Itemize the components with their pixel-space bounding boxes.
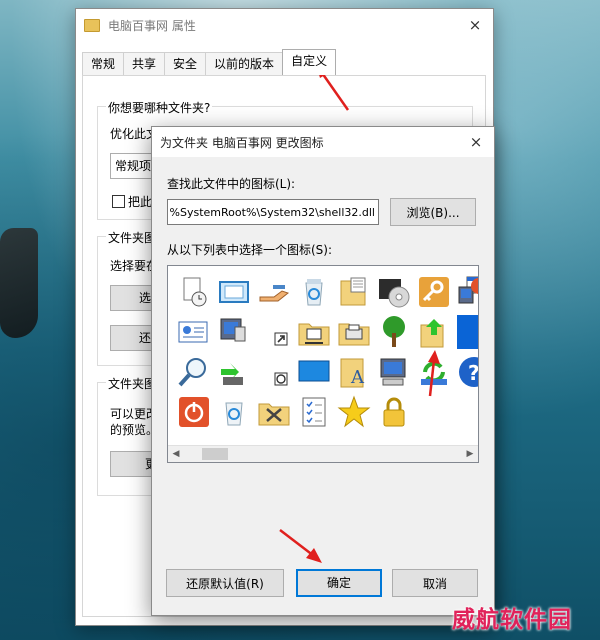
power-icon <box>179 397 209 427</box>
help-icon: ? <box>459 357 479 387</box>
icon-cell[interactable] <box>214 272 254 312</box>
tab-customize[interactable]: 自定义 <box>282 49 337 75</box>
icon-file-path-value: %SystemRoot%\System32\shell32.dll <box>169 206 375 219</box>
timer-shortcut-icon <box>274 372 288 386</box>
icon-cell[interactable] <box>374 392 414 432</box>
icon-list-horizontal-scrollbar[interactable]: ◀ ▶ <box>168 445 478 462</box>
icon-cell[interactable] <box>414 272 454 312</box>
icon-cell[interactable] <box>374 312 414 352</box>
recycle-bin-full-icon <box>305 279 323 306</box>
icon-cell[interactable] <box>334 392 374 432</box>
subfolder-checkbox-label: 把此 <box>128 195 153 209</box>
tab-sharing[interactable]: 共享 <box>123 52 166 75</box>
folder-icon <box>84 18 100 32</box>
id-card-icon <box>178 321 208 343</box>
checklist-icon <box>302 397 326 427</box>
find-icon-label: 查找此文件中的图标(L): <box>167 177 296 191</box>
icon-cell[interactable] <box>214 312 254 352</box>
folder-up-arrow-icon <box>420 319 444 348</box>
monitor-remote-icon <box>220 318 246 342</box>
icon-cell[interactable] <box>174 352 214 392</box>
blue-screen-icon <box>298 360 330 382</box>
properties-title: 电脑百事网 属性 <box>108 18 196 33</box>
tree-icon <box>383 316 405 347</box>
icon-cell[interactable] <box>254 352 294 392</box>
icon-file-path-input[interactable]: %SystemRoot%\System32\shell32.dll <box>167 199 379 225</box>
icon-cell[interactable] <box>374 352 414 392</box>
hand-share-icon <box>259 285 290 302</box>
svg-text:?: ? <box>468 361 479 385</box>
icon-cell[interactable] <box>174 312 214 352</box>
ok-button[interactable]: 确定 <box>296 569 382 597</box>
svg-text:A: A <box>350 367 365 388</box>
tab-general[interactable]: 常规 <box>82 52 125 75</box>
close-icon[interactable]: × <box>466 132 486 152</box>
icon-cell[interactable] <box>294 272 334 312</box>
icon-list-label: 从以下列表中选择一个图标(S): <box>167 243 333 257</box>
watermark-text: 威航软件园 <box>452 606 572 633</box>
icon-cell[interactable] <box>174 392 214 432</box>
background-diver <box>0 228 38 338</box>
icon-cell[interactable] <box>254 392 294 432</box>
padlock-icon <box>383 397 405 427</box>
change-icon-titlebar: 为文件夹 电脑百事网 更改图标 × <box>152 127 494 157</box>
icon-cell[interactable] <box>294 312 334 352</box>
tab-previous-versions[interactable]: 以前的版本 <box>205 52 284 75</box>
cancel-button[interactable]: 取消 <box>392 569 478 597</box>
icon-cell[interactable] <box>254 272 294 312</box>
network-folder-icon <box>298 323 330 346</box>
annotation-arrow-icon <box>428 350 440 397</box>
restore-defaults-button[interactable]: 还原默认值(R) <box>166 569 284 597</box>
browse-button[interactable]: 浏览(B)... <box>390 198 476 226</box>
icon-cell[interactable] <box>454 312 478 352</box>
folder-type-group-label: 你想要哪种文件夹? <box>106 99 213 116</box>
magnifier-icon <box>178 358 206 387</box>
scroll-right-icon[interactable]: ▶ <box>462 446 478 462</box>
icon-cell[interactable] <box>414 312 454 352</box>
recycle-bin-empty-icon <box>225 402 243 426</box>
properties-titlebar: 电脑百事网 属性 × <box>76 9 493 41</box>
icon-cell[interactable] <box>466 266 478 306</box>
subfolder-checkbox[interactable] <box>112 195 125 208</box>
change-icon-title: 为文件夹 电脑百事网 更改图标 <box>160 135 324 150</box>
icon-cell[interactable] <box>214 352 254 392</box>
icon-cell[interactable] <box>174 272 214 312</box>
icon-cell[interactable]: A <box>334 352 374 392</box>
window-frame-icon <box>219 281 249 303</box>
icon-cell[interactable] <box>334 272 374 312</box>
icon-cell[interactable] <box>294 352 334 392</box>
close-icon[interactable]: × <box>465 15 485 35</box>
icon-cell[interactable] <box>294 392 334 432</box>
icon-cell[interactable] <box>334 312 374 352</box>
icon-cell[interactable] <box>374 272 414 312</box>
star-icon <box>337 395 371 428</box>
icon-cell[interactable] <box>214 392 254 432</box>
printer-folder-icon <box>338 323 370 346</box>
tools-folder-icon <box>258 403 290 426</box>
icon-cell[interactable]: ? <box>454 352 479 392</box>
key-icon <box>419 277 449 307</box>
font-folder-icon: A <box>340 358 365 388</box>
usb-drive-icon <box>221 363 243 385</box>
blank-icon <box>457 315 478 349</box>
clock-document-icon <box>183 277 207 307</box>
scroll-thumb[interactable] <box>202 448 228 460</box>
properties-tabs: 常规 共享 安全 以前的版本 自定义 <box>82 49 337 75</box>
calculator-folder-icon <box>340 277 366 306</box>
computer-icon <box>380 358 406 386</box>
tab-security[interactable]: 安全 <box>164 52 207 75</box>
annotation-arrow-ok <box>279 529 322 563</box>
cd-drive-icon <box>379 279 410 308</box>
scroll-left-icon[interactable]: ◀ <box>168 446 184 462</box>
icon-cell[interactable] <box>254 312 294 352</box>
network-drive-icon <box>471 278 478 294</box>
shortcut-arrow-icon <box>274 332 288 346</box>
